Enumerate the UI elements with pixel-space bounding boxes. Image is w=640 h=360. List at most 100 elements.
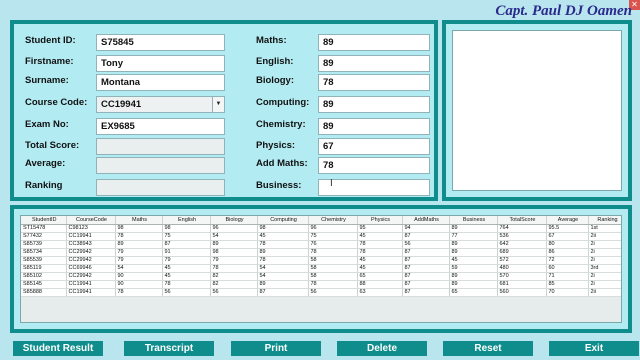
table-cell: 79 bbox=[115, 256, 163, 265]
results-table-scroll[interactable]: StudentID CourseCode Maths English Biology Co… bbox=[20, 215, 622, 323]
column-header[interactable]: TotalScore bbox=[497, 216, 547, 225]
column-header[interactable]: Biology bbox=[210, 216, 258, 225]
table-cell: 70 bbox=[546, 288, 589, 297]
table-cell: C98123 bbox=[66, 224, 116, 233]
add-maths-input[interactable]: 78 bbox=[318, 157, 430, 174]
student-result-button[interactable]: Student Result bbox=[13, 341, 103, 356]
english-input[interactable]: 89 bbox=[318, 55, 430, 72]
column-header[interactable]: Physics bbox=[357, 216, 403, 225]
delete-button[interactable]: Delete bbox=[337, 341, 427, 356]
maths-input[interactable]: 89 bbox=[318, 34, 430, 51]
biology-input[interactable]: 78 bbox=[318, 74, 430, 91]
business-input[interactable] bbox=[318, 179, 430, 196]
table-cell: 78 bbox=[308, 280, 358, 289]
table-cell: ST15478 bbox=[21, 224, 67, 233]
table-cell: 536 bbox=[497, 232, 547, 241]
table-cell: 82 bbox=[210, 280, 258, 289]
reset-button[interactable]: Reset bbox=[443, 341, 533, 356]
table-cell: 90 bbox=[115, 280, 163, 289]
table-cell: 480 bbox=[497, 264, 547, 273]
table-row[interactable]: S85539 CC29942 79 79 79 78 58 45 87 45 572 72 2i bbox=[21, 256, 621, 265]
table-row[interactable]: S85102 CC29942 90 45 82 54 58 65 87 89 570 71 2i bbox=[21, 272, 621, 281]
table-cell: S85145 bbox=[21, 280, 67, 289]
firstname-input[interactable]: Tony bbox=[96, 55, 225, 72]
table-cell: CC29942 bbox=[66, 256, 116, 265]
surname-input[interactable]: Montana bbox=[96, 74, 225, 91]
table-cell: 86 bbox=[546, 248, 589, 257]
table-row[interactable]: S85734 CC29942 79 91 98 89 78 78 87 89 689 86 2i bbox=[21, 248, 621, 257]
chevron-down-icon[interactable]: ▼ bbox=[212, 97, 224, 112]
table-cell: 1st bbox=[588, 224, 621, 233]
exit-button[interactable]: Exit bbox=[549, 341, 639, 356]
table-cell: 89 bbox=[449, 248, 498, 257]
table-row[interactable]: S77432 CC19941 78 75 54 45 75 45 87 77 536 67 2ii bbox=[21, 232, 621, 241]
table-cell: 60 bbox=[546, 264, 589, 273]
table-cell: 45 bbox=[257, 232, 309, 241]
table-cell: 71 bbox=[546, 272, 589, 281]
chemistry-label: Chemistry: bbox=[256, 119, 306, 130]
business-label: Business: bbox=[256, 180, 302, 191]
table-row[interactable]: ST15478 C98123 98 98 96 98 96 95 94 89 764 95.5 1st bbox=[21, 224, 621, 233]
exam-no-input[interactable]: EX9685 bbox=[96, 118, 225, 135]
table-cell: 77 bbox=[449, 232, 498, 241]
transcript-button[interactable]: Transcript bbox=[124, 341, 214, 356]
preview-area bbox=[452, 30, 622, 191]
table-cell: 95.5 bbox=[546, 224, 589, 233]
table-cell: 87 bbox=[402, 256, 450, 265]
table-row[interactable]: S85119 CC69946 54 45 78 54 58 45 87 59 480 60 3rd bbox=[21, 264, 621, 273]
english-label: English: bbox=[256, 56, 294, 67]
physics-input[interactable]: 67 bbox=[318, 138, 430, 155]
computing-input[interactable]: 89 bbox=[318, 96, 430, 113]
column-header[interactable]: Maths bbox=[115, 216, 163, 225]
column-header[interactable]: Average bbox=[546, 216, 589, 225]
table-cell: 2i bbox=[588, 280, 621, 289]
student-form-panel: Student ID: Firstname: Surname: Course C… bbox=[10, 20, 438, 201]
table-cell: 45 bbox=[449, 256, 498, 265]
table-cell: 78 bbox=[257, 240, 309, 249]
table-cell: 45 bbox=[357, 264, 403, 273]
table-cell: 78 bbox=[357, 240, 403, 249]
table-cell: 56 bbox=[210, 288, 258, 297]
student-id-input[interactable]: S75845 bbox=[96, 34, 225, 51]
table-cell: 82 bbox=[210, 272, 258, 281]
firstname-label: Firstname: bbox=[25, 56, 74, 67]
column-header[interactable]: Ranking bbox=[588, 216, 621, 225]
course-code-select[interactable]: CC19941 ▼ bbox=[96, 96, 225, 113]
exam-no-label: Exam No: bbox=[25, 119, 69, 130]
total-score-label: Total Score: bbox=[25, 140, 80, 151]
column-header[interactable]: Business bbox=[449, 216, 498, 225]
table-cell: S85734 bbox=[21, 248, 67, 257]
biology-label: Biology: bbox=[256, 75, 294, 86]
table-cell: 78 bbox=[115, 232, 163, 241]
table-cell: S85739 bbox=[21, 240, 67, 249]
table-cell: 98 bbox=[115, 224, 163, 233]
table-cell: 94 bbox=[402, 224, 450, 233]
table-cell: 56 bbox=[308, 288, 358, 297]
table-row[interactable]: S85739 CC38943 89 87 89 78 76 78 56 89 642 80 2i bbox=[21, 240, 621, 249]
table-row[interactable]: S85145 CC19941 90 78 82 89 78 88 87 89 681 85 2i bbox=[21, 280, 621, 289]
table-cell: S85102 bbox=[21, 272, 67, 281]
chemistry-input[interactable]: 89 bbox=[318, 118, 430, 135]
table-cell: 2i bbox=[588, 248, 621, 257]
table-row[interactable]: S85888 CC19941 78 56 56 87 56 63 87 65 560 70 2ii bbox=[21, 288, 621, 297]
table-cell: 98 bbox=[162, 224, 211, 233]
column-header[interactable]: Computing bbox=[257, 216, 309, 225]
course-code-value: CC19941 bbox=[101, 99, 142, 110]
table-cell: 681 bbox=[497, 280, 547, 289]
column-header[interactable]: AddMaths bbox=[402, 216, 450, 225]
column-header[interactable]: Chemistry bbox=[308, 216, 358, 225]
column-header[interactable]: StudentID bbox=[21, 216, 67, 225]
table-cell: 89 bbox=[257, 280, 309, 289]
table-cell: 79 bbox=[162, 256, 211, 265]
column-header[interactable]: CourseCode bbox=[66, 216, 116, 225]
table-cell: 88 bbox=[357, 280, 403, 289]
table-cell: 79 bbox=[115, 248, 163, 257]
print-button[interactable]: Print bbox=[231, 341, 321, 356]
table-header-row: StudentID CourseCode Maths English Biology Co… bbox=[21, 216, 621, 225]
table-cell: CC19941 bbox=[66, 280, 116, 289]
table-cell: 56 bbox=[162, 288, 211, 297]
table-cell: 58 bbox=[308, 272, 358, 281]
table-cell: CC69946 bbox=[66, 264, 116, 273]
table-cell: 87 bbox=[402, 232, 450, 241]
column-header[interactable]: English bbox=[162, 216, 211, 225]
